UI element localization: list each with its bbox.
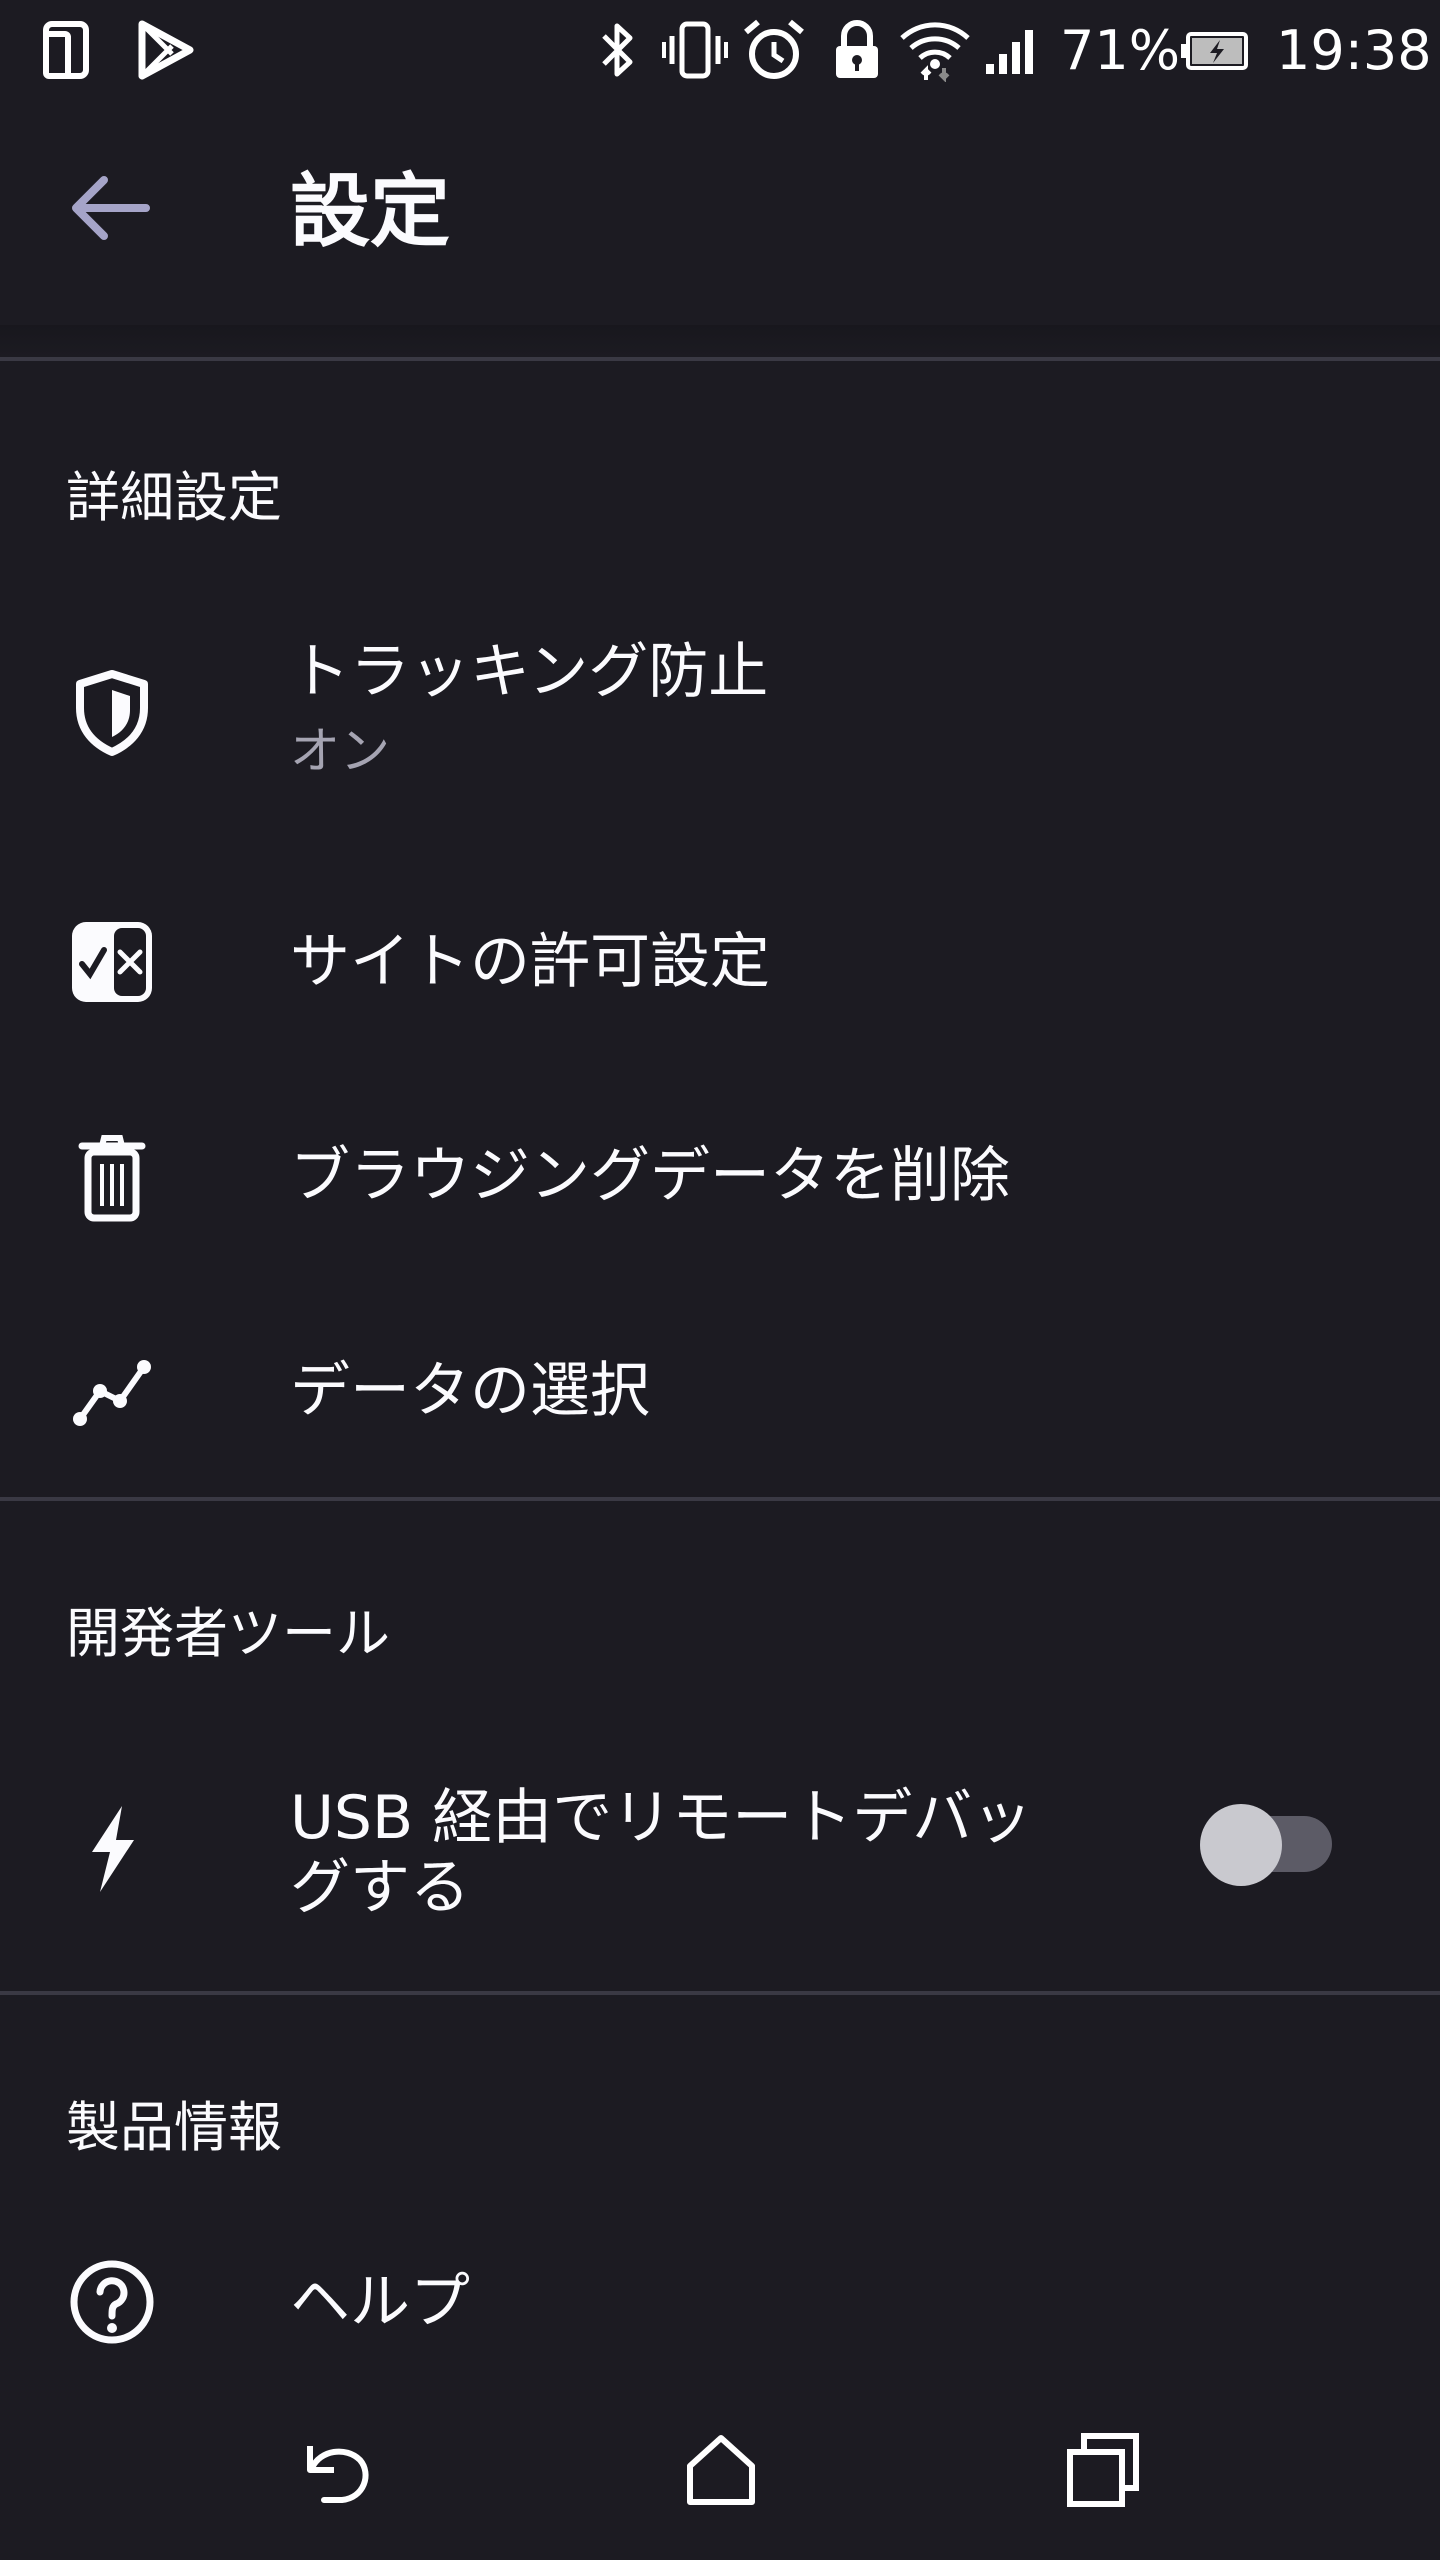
nav-home-button[interactable] xyxy=(666,2414,776,2524)
pref-help[interactable]: ヘルプ xyxy=(0,2200,1440,2400)
vibrate-icon xyxy=(662,20,728,80)
site-permissions-icon xyxy=(64,914,160,1010)
pref-title: サイトの許可設定 xyxy=(290,927,770,997)
pref-summary: オン xyxy=(290,722,390,780)
phone-icon xyxy=(40,20,96,80)
status-bar: 71% 19:38 xyxy=(0,0,1440,100)
nav-recents-button[interactable] xyxy=(1048,2414,1158,2524)
pref-site-permissions[interactable]: サイトの許可設定 xyxy=(0,860,1440,1070)
bluetooth-icon xyxy=(598,18,638,82)
battery-charging-icon xyxy=(1180,30,1250,72)
wifi-icon xyxy=(898,16,972,82)
pref-title: データの選択 xyxy=(290,1356,650,1426)
divider xyxy=(0,1497,1440,1501)
divider xyxy=(0,357,1440,361)
help-icon xyxy=(64,2254,160,2350)
home-icon xyxy=(666,2414,776,2524)
toolbar-shadow xyxy=(0,325,1440,357)
page-title: 設定 xyxy=(290,165,450,258)
pref-title: ブラウジングデータを削除 xyxy=(290,1141,1010,1211)
alarm-icon xyxy=(742,18,806,82)
back-button[interactable] xyxy=(58,156,162,260)
toolbar xyxy=(0,100,1440,325)
signal-icon xyxy=(984,26,1038,76)
recents-icon xyxy=(1048,2414,1158,2524)
pref-title-line2: グする xyxy=(290,1853,470,1923)
battery-percent: 71% xyxy=(1060,19,1181,82)
trash-icon xyxy=(64,1130,160,1226)
pref-title-line1: USB 経由でリモートデバッ xyxy=(290,1783,1033,1853)
data-chart-icon xyxy=(64,1341,160,1437)
section-title-advanced: 詳細設定 xyxy=(66,466,282,529)
back-nav-icon xyxy=(284,2414,394,2524)
nav-back-button[interactable] xyxy=(284,2414,394,2524)
clock-time: 19:38 xyxy=(1276,19,1432,82)
divider xyxy=(0,1991,1440,1995)
pref-title: ヘルプ xyxy=(290,2267,470,2337)
toggle-thumb xyxy=(1200,1804,1282,1886)
pref-data-choices[interactable]: データの選択 xyxy=(0,1285,1440,1495)
play-store-icon xyxy=(136,20,196,80)
pref-delete-browsing-data[interactable]: ブラウジングデータを削除 xyxy=(0,1070,1440,1285)
pref-tracking-protection[interactable]: トラッキング防止 オン xyxy=(0,600,1440,820)
lock-icon xyxy=(832,18,882,82)
section-title-developer: 開発者ツール xyxy=(66,1602,390,1665)
pref-title: トラッキング防止 xyxy=(290,637,769,707)
arrow-back-icon xyxy=(58,156,162,260)
lightning-icon xyxy=(64,1800,160,1896)
shield-icon xyxy=(64,664,160,760)
section-title-about: 製品情報 xyxy=(66,2096,282,2159)
